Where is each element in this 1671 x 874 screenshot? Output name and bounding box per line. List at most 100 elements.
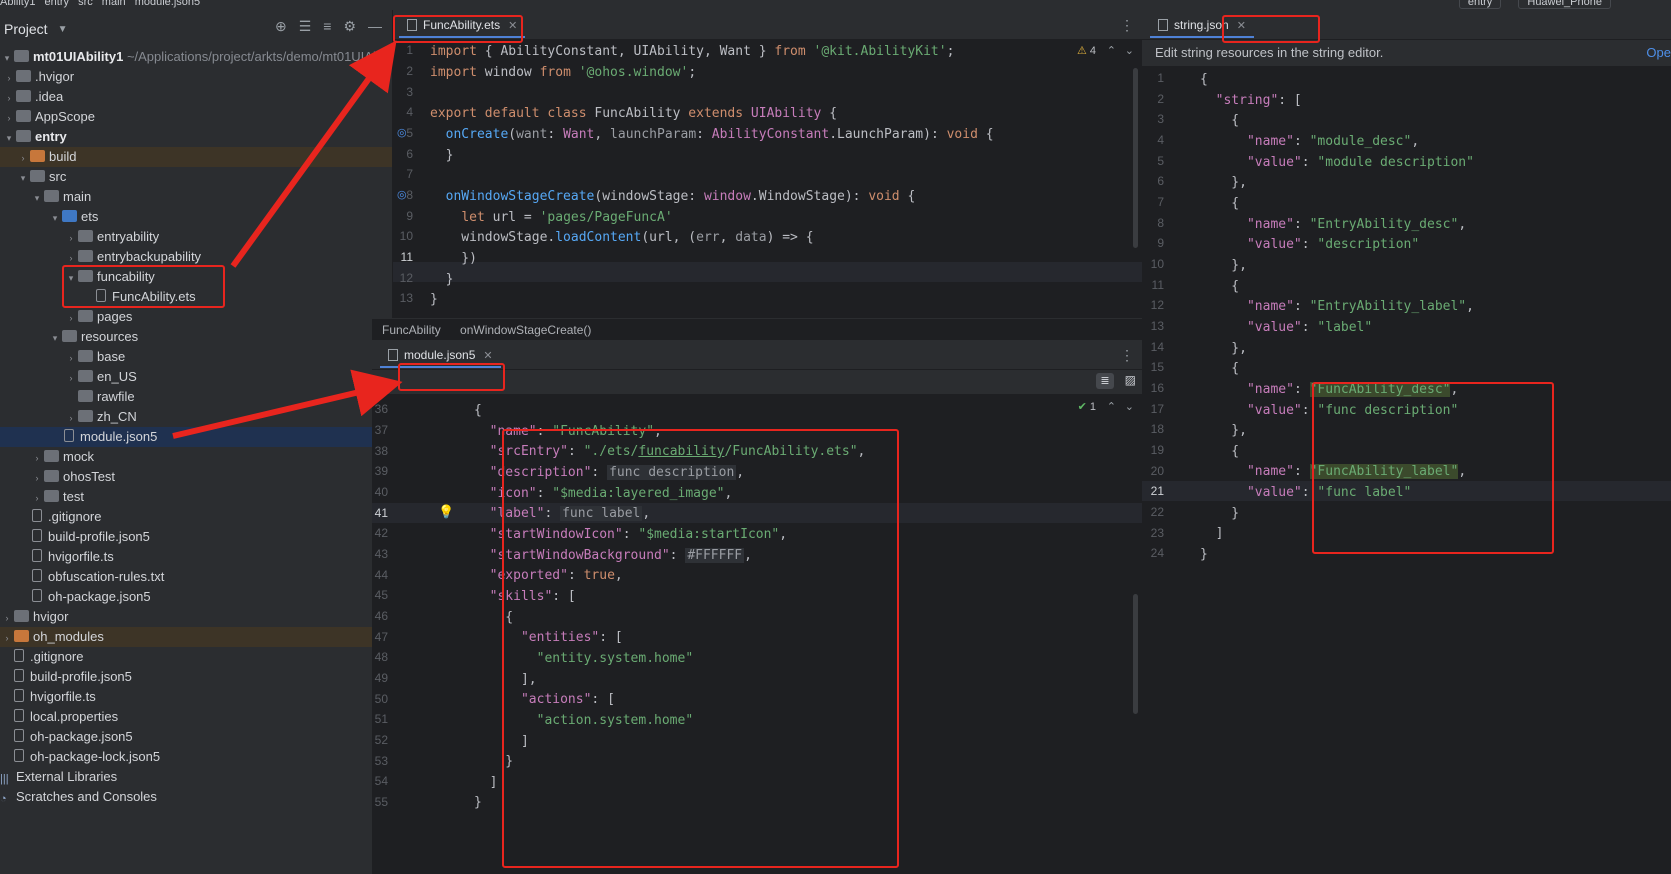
warning-icon[interactable]: ⚠ 4 (1077, 44, 1096, 57)
module-folder-icon (16, 130, 31, 142)
tree-item[interactable]: › hvigor (0, 607, 392, 627)
line-number: 6 (1157, 174, 1164, 188)
override-gutter-icon[interactable]: ◎ (397, 126, 407, 139)
gear-icon[interactable]: ⚙ (343, 18, 356, 35)
tree-item[interactable]: › .hvigor (0, 67, 392, 87)
text-file-icon (32, 569, 42, 582)
line-number: 42 (374, 526, 388, 540)
string-editor-banner: Edit string resources in the string edit… (1145, 40, 1671, 66)
folder-icon (78, 250, 93, 262)
line-number: 51 (374, 712, 388, 726)
tree-item[interactable]: rawfile (0, 387, 392, 407)
lightbulb-icon[interactable]: 💡 (438, 504, 454, 520)
tree-item[interactable]: ▾ src (0, 167, 392, 187)
vertical-scrollbar[interactable] (1133, 68, 1138, 248)
chevron-down-icon[interactable]: ⌄ (1125, 400, 1134, 413)
more-icon[interactable]: ⋮ (1120, 347, 1134, 364)
ts-file-icon (14, 689, 24, 702)
annotation-box-module-tab (398, 363, 505, 391)
tree-item[interactable]: local.properties (0, 707, 392, 727)
chevron-up-icon[interactable]: ⌃ (1107, 44, 1116, 57)
tree-item[interactable]: ▾ entry (0, 127, 392, 147)
folder-icon (16, 70, 31, 82)
chevron-down-icon[interactable]: ▼ (58, 24, 68, 35)
chevron-down-icon[interactable]: ⌄ (1125, 44, 1134, 57)
image-view-icon[interactable]: ▨ (1125, 373, 1136, 387)
tree-item[interactable]: › zh_CN (0, 407, 392, 427)
collapse-all-icon[interactable]: ≡ (323, 18, 331, 35)
breadcrumb-class[interactable]: FuncAbility (382, 323, 441, 337)
tree-item[interactable]: .gitignore (0, 647, 392, 667)
tree-item[interactable]: › entrybackupability (0, 247, 392, 267)
tree-item[interactable]: › ohosTest (0, 467, 392, 487)
list-view-icon[interactable]: ≣ (1096, 373, 1114, 389)
tree-item[interactable]: › en_US (0, 367, 392, 387)
line-number: 39 (374, 464, 388, 478)
line-number: 49 (374, 671, 388, 685)
tree-root[interactable]: ▾ mt01UIAbility1 ~/Applications/project/a… (0, 47, 392, 68)
tree-item[interactable]: build-profile.json5 (0, 667, 392, 687)
project-panel-title[interactable]: Project (4, 21, 48, 37)
open-string-editor-link[interactable]: Ope (1646, 40, 1671, 66)
line-number: 47 (374, 630, 388, 644)
tree-item[interactable]: .gitignore (0, 507, 392, 527)
tree-item[interactable]: › AppScope (0, 107, 392, 127)
more-icon[interactable]: ⋮ (1120, 17, 1134, 34)
tree-item[interactable]: › build (0, 147, 392, 167)
line-number: 11 (400, 250, 413, 264)
tree-item[interactable]: › mock (0, 447, 392, 467)
tree-item[interactable]: › .idea (0, 87, 392, 107)
json-file-icon (32, 589, 42, 602)
annotation-box-funcability-folder (62, 265, 225, 308)
tree-item[interactable]: › entryability (0, 227, 392, 247)
device-select[interactable]: Huawei_Phone (1518, 0, 1611, 9)
vertical-scrollbar[interactable] (1133, 594, 1138, 714)
tree-item-selected[interactable]: module.json5 (0, 427, 392, 447)
breadcrumb-method[interactable]: onWindowStageCreate() (460, 323, 591, 337)
crumb[interactable]: module.json5 (135, 0, 200, 8)
line-number: 52 (374, 733, 388, 747)
chevron-up-icon[interactable]: ⌃ (1107, 400, 1116, 413)
line-number: 11 (1151, 278, 1164, 292)
tree-item[interactable]: hvigorfile.ts (0, 687, 392, 707)
json-file-icon (14, 729, 24, 742)
check-icon[interactable]: ✔ 1 (1078, 400, 1096, 413)
line-number: 46 (374, 609, 388, 623)
code-editor-funcability[interactable]: 1 2 3 4 5 6 7 8 9 10 11 12 13 ◎ ◎ import… (393, 40, 1142, 318)
modules-folder-icon (14, 630, 29, 642)
tree-item[interactable]: obfuscation-rules.txt (0, 567, 392, 587)
tree-item[interactable]: ◔ Scratches and Consoles (0, 787, 392, 807)
tree-item[interactable]: ||| External Libraries (0, 767, 392, 787)
run-config-select[interactable]: entry (1458, 0, 1502, 9)
tree-item[interactable]: ▾ main (0, 187, 392, 207)
locate-icon[interactable]: ⊕ (275, 18, 287, 35)
folder-icon (14, 610, 29, 622)
crumb[interactable]: Ability1 (0, 0, 35, 8)
folder-icon (78, 390, 93, 402)
tree-item[interactable]: ▾ ets (0, 207, 392, 227)
tree-item[interactable]: › test (0, 487, 392, 507)
tree-item[interactable]: ▾ resources (0, 327, 392, 347)
tree-item[interactable]: › oh_modules (0, 627, 392, 647)
tree-item[interactable]: › base (0, 347, 392, 367)
tree-item[interactable]: oh-package.json5 (0, 727, 392, 747)
line-number: 6 (406, 147, 413, 161)
expand-all-icon[interactable]: ☰ (299, 18, 312, 35)
tree-item[interactable]: build-profile.json5 (0, 527, 392, 547)
tree-item[interactable]: oh-package.json5 (0, 587, 392, 607)
project-panel: Project ▼ ⊕ ☰ ≡ ⚙ — ▾ mt01UIAbility1 ~/Ap… (0, 10, 393, 874)
crumb[interactable]: main (102, 0, 126, 8)
crumb[interactable]: src (78, 0, 93, 8)
tree-item[interactable]: oh-package-lock.json5 (0, 747, 392, 767)
override-gutter-icon[interactable]: ◎ (397, 188, 407, 201)
resources-folder-icon (62, 330, 77, 342)
chevron-down-icon[interactable]: ▾ (0, 48, 14, 68)
folder-icon (16, 110, 31, 122)
line-number: 7 (1157, 195, 1164, 209)
tree-item[interactable]: › pages (0, 307, 392, 327)
hide-icon[interactable]: — (368, 18, 382, 35)
tree-item[interactable]: hvigorfile.ts (0, 547, 392, 567)
close-icon[interactable]: ✕ (483, 350, 492, 362)
crumb[interactable]: entry (45, 0, 69, 8)
line-number: 20 (1150, 464, 1164, 478)
